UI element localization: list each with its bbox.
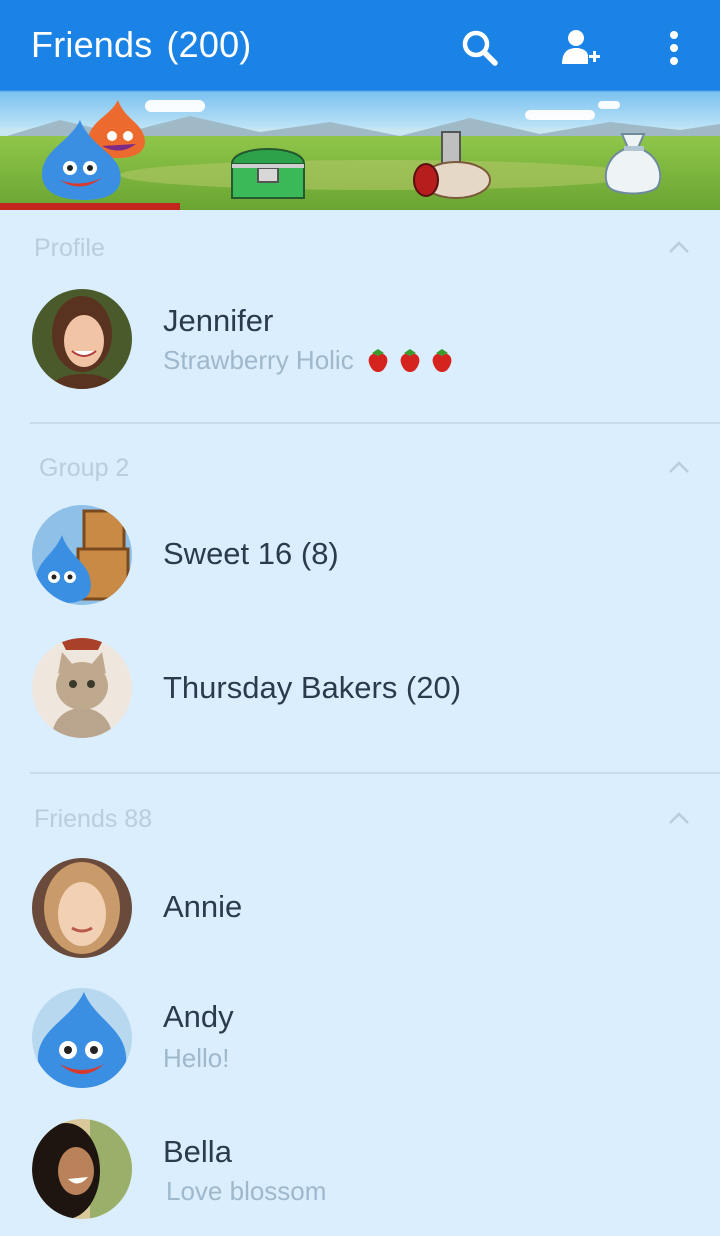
friend-row-andy[interactable]: Andy Hello! (0, 975, 720, 1105)
group-name: Thursday Bakers (20) (163, 670, 462, 705)
friend-row-annie[interactable]: Annie (0, 845, 720, 975)
friend-name: Bella (163, 1134, 232, 1169)
status-message: Love blossom (166, 1176, 327, 1206)
avatar[interactable] (32, 988, 132, 1088)
profile-row-jennifer[interactable]: Jennifer Strawberry Holic (0, 275, 720, 405)
section-title-profile: Profile (34, 234, 105, 262)
item-bag (604, 133, 662, 195)
group-avatar-image (32, 505, 132, 605)
strawberry-icon (400, 348, 420, 372)
avatar[interactable] (32, 858, 132, 958)
divider (30, 422, 720, 424)
divider (30, 772, 720, 774)
title-text: Friends (31, 24, 153, 65)
avatar-slime (32, 988, 132, 1088)
strawberry-icon (432, 348, 452, 372)
status-message: Strawberry Holic (163, 345, 460, 376)
group-avatar[interactable] (32, 638, 132, 738)
chevron-up-icon[interactable] (668, 460, 690, 474)
search-icon (462, 30, 498, 66)
group-row-sweet-16[interactable]: Sweet 16 (8) (0, 490, 720, 620)
section-title-friends: Friends 88 (34, 805, 153, 833)
friend-row-bella[interactable]: Bella Love blossom (0, 1106, 720, 1236)
dirt-path (120, 160, 640, 190)
overflow-menu-button[interactable] (650, 24, 698, 72)
avatar-photo (32, 858, 132, 958)
treasure-chest (230, 148, 306, 199)
friend-name: Annie (163, 889, 243, 924)
friend-count: (200) (166, 24, 252, 65)
app-header: Friends (200) (0, 0, 720, 210)
status-text: Strawberry Holic (163, 345, 354, 375)
chevron-up-icon[interactable] (668, 240, 690, 254)
group-name: Sweet 16 (8) (163, 536, 339, 571)
strawberry-emoji-group (364, 347, 460, 375)
more-vertical-icon (670, 31, 678, 65)
friend-name: Jennifer (163, 303, 274, 338)
status-message: Hello! (163, 1043, 230, 1073)
group-avatar-image (32, 638, 132, 738)
avatar-photo (32, 289, 132, 389)
group-avatar[interactable] (32, 505, 132, 605)
chevron-up-icon[interactable] (668, 811, 690, 825)
add-friend-icon (562, 30, 600, 64)
cannon-item (413, 131, 491, 199)
progress-bar (0, 203, 720, 210)
group-row-thursday-bakers[interactable]: Thursday Bakers (20) (0, 624, 720, 754)
add-friend-button[interactable] (556, 24, 604, 72)
page-title: Friends (200) (31, 24, 252, 66)
avatar[interactable] (32, 1119, 132, 1219)
avatar[interactable] (32, 289, 132, 389)
strawberry-icon (368, 348, 388, 372)
slime-characters (42, 100, 145, 200)
progress-fill (0, 203, 180, 210)
search-button[interactable] (456, 24, 504, 72)
section-title-group: Group 2 (39, 454, 130, 482)
avatar-photo (32, 1119, 132, 1219)
friend-name: Andy (163, 999, 234, 1034)
